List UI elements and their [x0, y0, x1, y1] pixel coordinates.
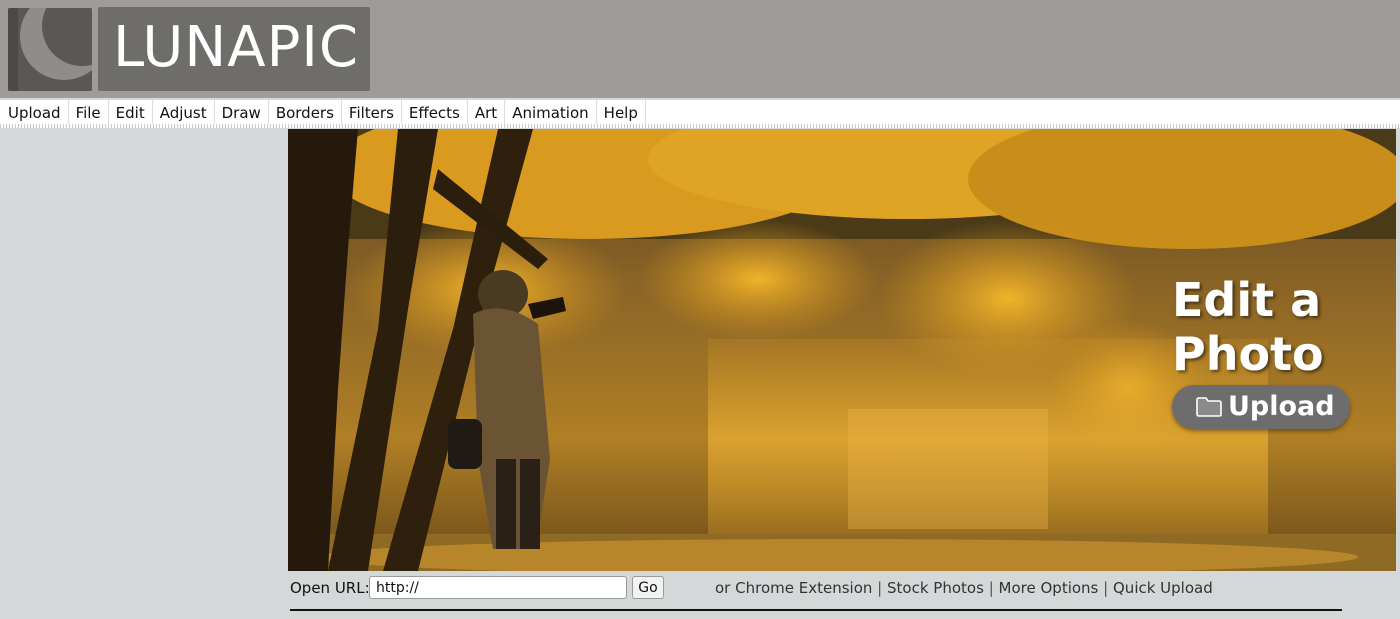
menu-list: Upload File Edit Adjust Draw Borders Fil… — [0, 100, 646, 127]
menu-draw[interactable]: Draw — [215, 100, 269, 127]
quick-upload-link[interactable]: Quick Upload — [1113, 579, 1213, 597]
menu-effects[interactable]: Effects — [402, 100, 468, 127]
menu-help[interactable]: Help — [597, 100, 646, 127]
link-separator: | — [988, 579, 994, 597]
link-separator: | — [1103, 579, 1109, 597]
hero-title: Edit a Photo — [1172, 273, 1324, 381]
menu-bar-divider — [0, 124, 1400, 128]
crescent-moon-logo-icon[interactable] — [8, 8, 92, 91]
more-options-link[interactable]: More Options — [999, 579, 1099, 597]
menu-edit[interactable]: Edit — [109, 100, 153, 127]
open-url-input[interactable] — [369, 576, 627, 599]
menu-upload[interactable]: Upload — [0, 100, 69, 127]
hero-banner: Edit a Photo Upload — [288, 129, 1396, 571]
menu-art[interactable]: Art — [468, 100, 506, 127]
menu-animation[interactable]: Animation — [505, 100, 597, 127]
hero-title-line-2: Photo — [1172, 327, 1324, 381]
hero-upload-label: Upload — [1228, 391, 1335, 422]
logo-wordmark[interactable]: LUNAPIC — [113, 18, 359, 78]
hero-title-line-1: Edit a — [1172, 273, 1322, 327]
links-prefix: or — [715, 579, 731, 597]
hero-upload-button[interactable]: Upload — [1172, 385, 1350, 429]
menu-filters[interactable]: Filters — [342, 100, 402, 127]
open-url-label: Open URL: — [290, 579, 370, 597]
site-header: LUNAPIC — [0, 0, 1400, 98]
menu-adjust[interactable]: Adjust — [153, 100, 215, 127]
main-menu-bar: Upload File Edit Adjust Draw Borders Fil… — [0, 99, 1400, 127]
chrome-extension-link[interactable]: Chrome Extension — [735, 579, 872, 597]
stock-photos-link[interactable]: Stock Photos — [887, 579, 984, 597]
divider-rule — [290, 609, 1342, 611]
menu-file[interactable]: File — [69, 100, 109, 127]
menu-borders[interactable]: Borders — [269, 100, 342, 127]
link-separator: | — [877, 579, 883, 597]
upload-options-links: or Chrome Extension | Stock Photos | Mor… — [715, 578, 1213, 598]
go-button[interactable]: Go — [632, 576, 664, 599]
folder-icon — [1196, 397, 1222, 417]
